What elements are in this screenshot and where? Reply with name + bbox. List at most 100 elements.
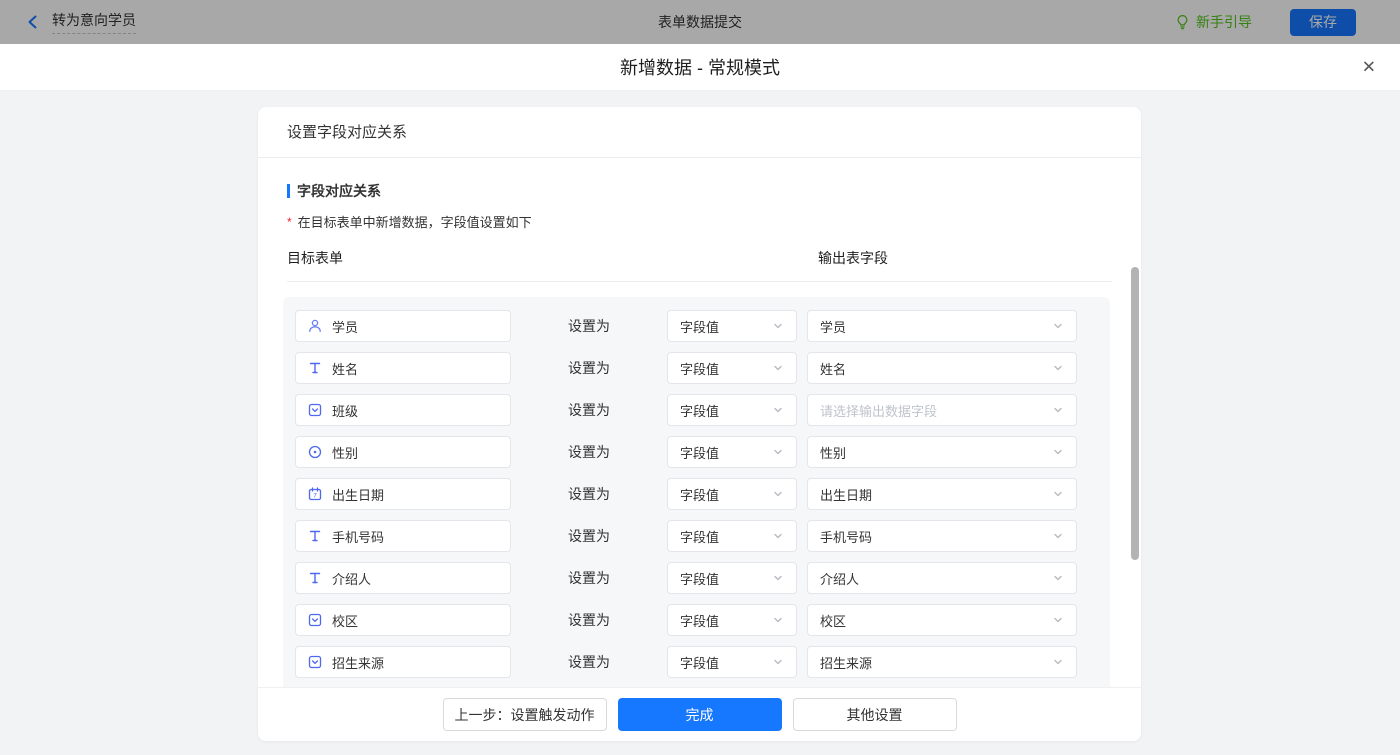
scrollbar[interactable]: [1131, 267, 1139, 560]
card-header: 设置字段对应关系: [258, 107, 1141, 158]
target-field-box[interactable]: 7 介绍人: [295, 562, 511, 594]
chevron-down-icon: [772, 656, 784, 668]
value-type-selected: 字段值: [680, 361, 720, 377]
set-as-label: 设置为: [568, 612, 610, 628]
target-field-box[interactable]: 7 班级: [295, 394, 511, 426]
table-row: 7 校区 设置为 字段值 校区: [295, 604, 1110, 636]
select-icon: [307, 654, 323, 670]
save-button[interactable]: 保存: [1290, 8, 1356, 36]
guide-label: 新手引导: [1196, 14, 1252, 30]
done-button[interactable]: 完成: [617, 698, 782, 731]
target-field-box[interactable]: 7 校区: [295, 604, 511, 636]
target-field-box[interactable]: 7 性别: [295, 436, 511, 468]
radio-icon: [307, 444, 323, 460]
target-field-label: 姓名: [332, 361, 359, 377]
output-field-dropdown[interactable]: 姓名: [807, 352, 1077, 384]
set-as-label: 设置为: [568, 528, 610, 544]
column-header-output-fields: 输出表字段: [818, 250, 888, 266]
value-type-selected: 字段值: [680, 613, 720, 629]
calendar-icon: 7: [307, 486, 323, 502]
output-field-dropdown[interactable]: 请选择输出数据字段: [807, 394, 1077, 426]
value-type-dropdown[interactable]: 字段值: [667, 310, 797, 342]
prev-step-button[interactable]: 上一步：设置触发动作: [442, 698, 607, 731]
value-type-dropdown[interactable]: 字段值: [667, 478, 797, 510]
set-as-label: 设置为: [568, 486, 610, 502]
output-field-dropdown[interactable]: 学员: [807, 310, 1077, 342]
value-type-dropdown[interactable]: 字段值: [667, 520, 797, 552]
target-field-label: 学员: [332, 319, 359, 335]
value-type-selected: 字段值: [680, 403, 720, 419]
target-field-label: 介绍人: [332, 571, 372, 587]
output-field-selected: 校区: [820, 613, 847, 629]
target-field-box[interactable]: 7 姓名: [295, 352, 511, 384]
output-field-selected: 学员: [820, 319, 847, 335]
value-type-dropdown[interactable]: 字段值: [667, 604, 797, 636]
beginner-guide-link[interactable]: 新手引导: [1175, 12, 1252, 32]
table-row: 7 手机号码 设置为 字段值 手机号码: [295, 520, 1110, 552]
target-field-box[interactable]: 7 手机号码: [295, 520, 511, 552]
value-type-dropdown[interactable]: 字段值: [667, 646, 797, 678]
output-field-dropdown[interactable]: 性别: [807, 436, 1077, 468]
rows-container: 7 学员 设置为 字段值 学员: [283, 297, 1110, 701]
set-as-label: 设置为: [568, 444, 610, 460]
value-type-dropdown[interactable]: 字段值: [667, 394, 797, 426]
target-field-box[interactable]: 7 出生日期: [295, 478, 511, 510]
text-icon: [307, 360, 323, 376]
section-title: 字段对应关系: [287, 181, 1112, 201]
table-row: 7 招生来源 设置为 字段值 招生来源: [295, 646, 1110, 678]
chevron-down-icon: [772, 320, 784, 332]
output-field-dropdown[interactable]: 招生来源: [807, 646, 1077, 678]
chevron-down-icon: [772, 614, 784, 626]
modal-title: 新增数据 - 常规模式: [620, 58, 780, 78]
chevron-down-icon: [1052, 656, 1064, 668]
chevron-down-icon: [1052, 362, 1064, 374]
column-headers: 目标表单 输出表字段: [287, 248, 1112, 282]
chevron-down-icon: [772, 446, 784, 458]
close-icon[interactable]: ✕: [1362, 59, 1376, 76]
target-field-box[interactable]: 7 学员: [295, 310, 511, 342]
table-row: 7 学员 设置为 字段值 学员: [295, 310, 1110, 342]
lightbulb-icon: [1175, 14, 1190, 30]
text-icon: [307, 528, 323, 544]
back-icon[interactable]: [24, 13, 42, 31]
target-field-box[interactable]: 7 招生来源: [295, 646, 511, 678]
value-type-dropdown[interactable]: 字段值: [667, 352, 797, 384]
target-field-label: 招生来源: [332, 655, 385, 671]
output-field-selected: 姓名: [820, 361, 847, 377]
person-icon: [307, 318, 323, 334]
chevron-down-icon: [772, 530, 784, 542]
chevron-down-icon: [1052, 530, 1064, 542]
column-header-target-form: 目标表单: [287, 250, 343, 266]
field-mapping-card: 设置字段对应关系 字段对应关系 * 在目标表单中新增数据，字段值设置如下 目标表…: [258, 107, 1141, 741]
output-field-dropdown[interactable]: 出生日期: [807, 478, 1077, 510]
value-type-selected: 字段值: [680, 319, 720, 335]
text-icon: [307, 570, 323, 586]
value-type-dropdown[interactable]: 字段值: [667, 436, 797, 468]
value-type-selected: 字段值: [680, 655, 720, 671]
output-field-dropdown[interactable]: 手机号码: [807, 520, 1077, 552]
chevron-down-icon: [772, 572, 784, 584]
target-field-label: 手机号码: [332, 529, 385, 545]
output-field-dropdown[interactable]: 介绍人: [807, 562, 1077, 594]
table-row: 7 介绍人 设置为 字段值 介绍人: [295, 562, 1110, 594]
table-row: 7 出生日期 设置为 字段值 出生日期: [295, 478, 1110, 510]
back-label[interactable]: 转为意向学员: [52, 10, 136, 34]
chevron-down-icon: [1052, 572, 1064, 584]
output-field-selected: 性别: [820, 445, 847, 461]
output-field-dropdown[interactable]: 校区: [807, 604, 1077, 636]
output-field-selected: 请选择输出数据字段: [820, 403, 938, 419]
svg-text:7: 7: [313, 493, 317, 500]
target-field-label: 性别: [332, 445, 359, 461]
output-field-selected: 出生日期: [820, 487, 873, 503]
value-type-selected: 字段值: [680, 445, 720, 461]
required-asterisk: *: [287, 214, 292, 229]
set-as-label: 设置为: [568, 402, 610, 418]
value-type-dropdown[interactable]: 字段值: [667, 562, 797, 594]
chevron-down-icon: [1052, 446, 1064, 458]
select-icon: [307, 402, 323, 418]
modal-header: 新增数据 - 常规模式 ✕: [0, 44, 1400, 91]
output-field-selected: 介绍人: [820, 571, 860, 587]
target-field-label: 校区: [332, 613, 359, 629]
card-footer: 上一步：设置触发动作 完成 其他设置: [258, 687, 1141, 741]
other-settings-button[interactable]: 其他设置: [792, 698, 957, 731]
